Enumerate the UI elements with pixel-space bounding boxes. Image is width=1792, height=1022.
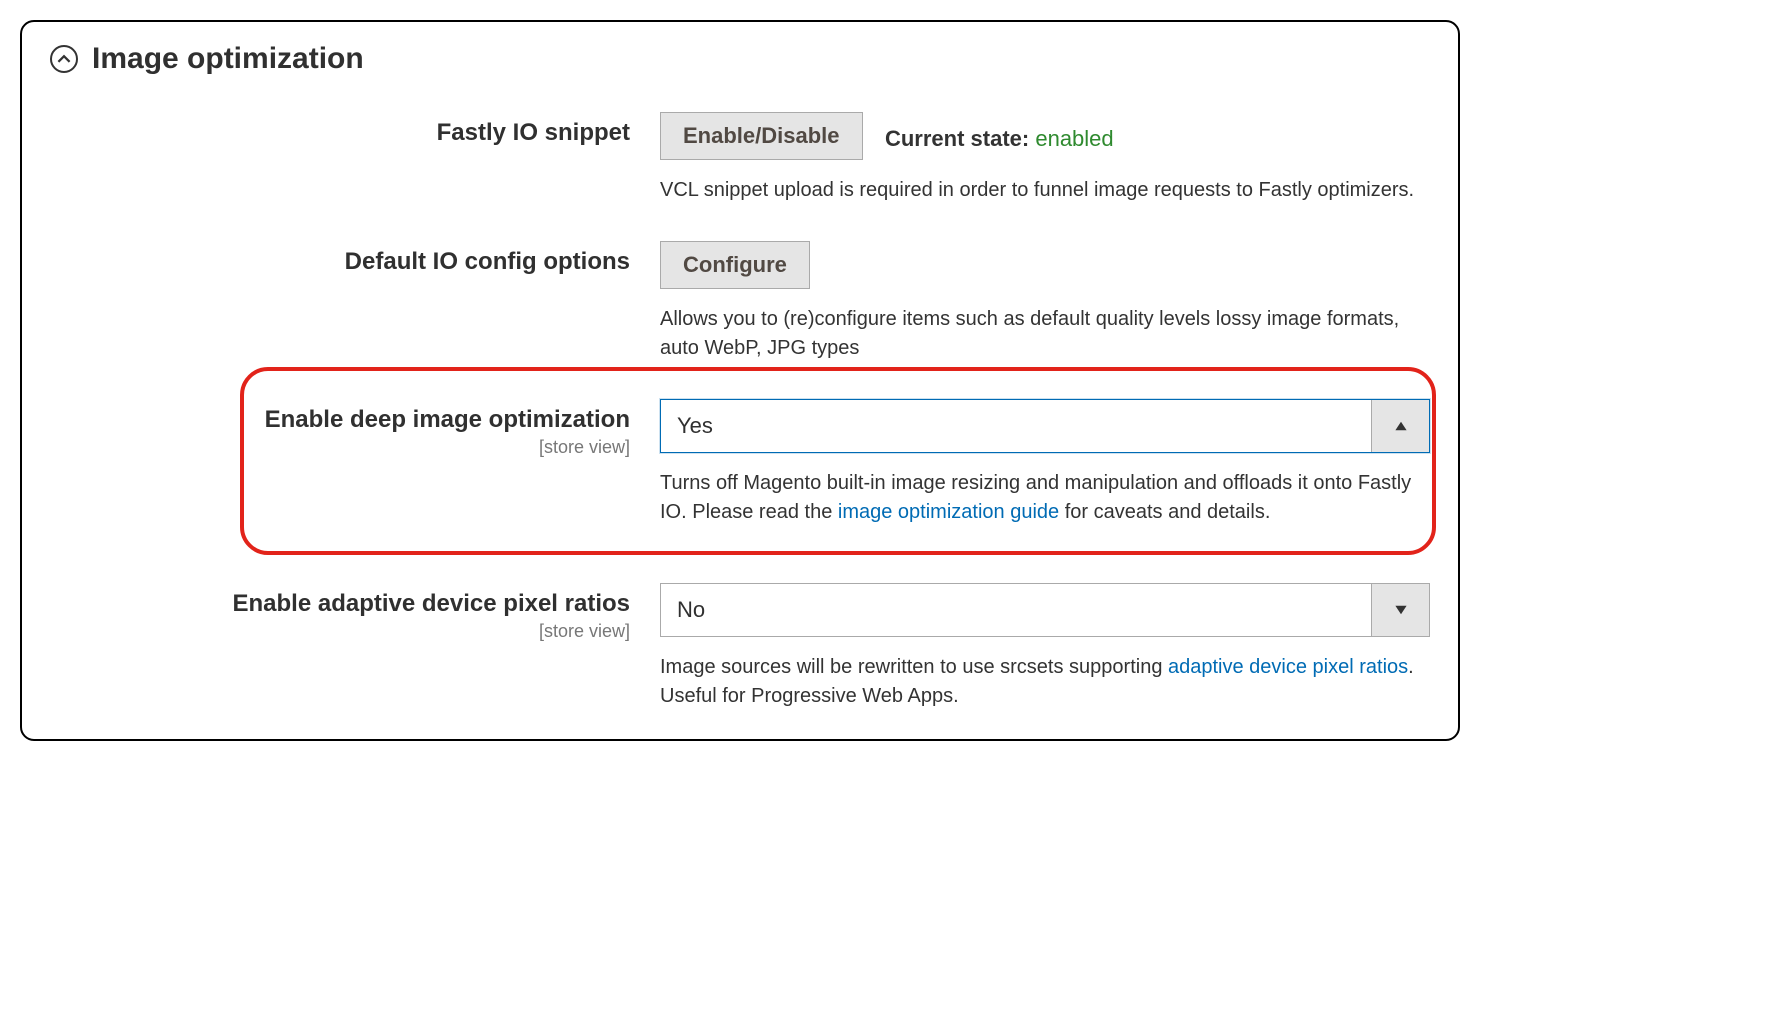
value-col: Enable/Disable Current state: enabled VC… [660, 112, 1430, 205]
field-default-io-config: Default IO config options Configure Allo… [50, 241, 1430, 363]
scope-label: [store view] [50, 437, 630, 458]
enable-disable-button[interactable]: Enable/Disable [660, 112, 863, 160]
panel-title: Image optimization [92, 42, 364, 76]
field-deep-image-optimization: Enable deep image optimization [store vi… [50, 399, 1430, 527]
triangle-up-icon [1394, 419, 1408, 433]
select-value: No [661, 584, 1371, 636]
help-text: VCL snippet upload is required in order … [660, 176, 1420, 205]
value-col: No Image sources will be rewritten to us… [660, 583, 1430, 711]
field-label: Enable deep image optimization [265, 406, 630, 433]
collapse-icon[interactable] [50, 45, 78, 73]
select-arrow [1371, 584, 1429, 636]
select-value: Yes [661, 400, 1371, 452]
label-col: Default IO config options [50, 241, 660, 277]
label-col: Enable deep image optimization [store vi… [50, 399, 660, 458]
scope-label: [store view] [50, 621, 630, 642]
chevron-up-icon [57, 52, 71, 66]
help-text: Allows you to (re)configure items such a… [660, 305, 1420, 363]
adaptive-pixel-ratios-link[interactable]: adaptive device pixel ratios [1168, 656, 1408, 678]
deep-optimization-select[interactable]: Yes [660, 399, 1430, 453]
value-col: Yes Turns off Magento built-in image res… [660, 399, 1430, 527]
state-value: enabled [1035, 126, 1113, 151]
field-adaptive-pixel-ratios: Enable adaptive device pixel ratios [sto… [50, 583, 1430, 711]
panel-header: Image optimization [50, 42, 1430, 76]
current-state: Current state: enabled [885, 126, 1114, 152]
triangle-down-icon [1394, 603, 1408, 617]
value-col: Configure Allows you to (re)configure it… [660, 241, 1430, 363]
image-optimization-panel: Image optimization Fastly IO snippet Ena… [20, 20, 1460, 741]
label-col: Fastly IO snippet [50, 112, 660, 148]
help-text: Turns off Magento built-in image resizin… [660, 469, 1420, 527]
help-post: for caveats and details. [1059, 501, 1270, 523]
field-fastly-io-snippet: Fastly IO snippet Enable/Disable Current… [50, 112, 1430, 205]
field-label: Fastly IO snippet [437, 119, 630, 146]
help-pre: Image sources will be rewritten to use s… [660, 656, 1168, 678]
label-col: Enable adaptive device pixel ratios [sto… [50, 583, 660, 642]
field-label: Default IO config options [345, 248, 630, 275]
adaptive-pixel-select[interactable]: No [660, 583, 1430, 637]
state-label: Current state: [885, 126, 1029, 151]
image-optimization-guide-link[interactable]: image optimization guide [838, 501, 1059, 523]
help-text: Image sources will be rewritten to use s… [660, 653, 1420, 711]
configure-button[interactable]: Configure [660, 241, 810, 289]
select-arrow [1371, 400, 1429, 452]
field-label: Enable adaptive device pixel ratios [233, 590, 631, 617]
